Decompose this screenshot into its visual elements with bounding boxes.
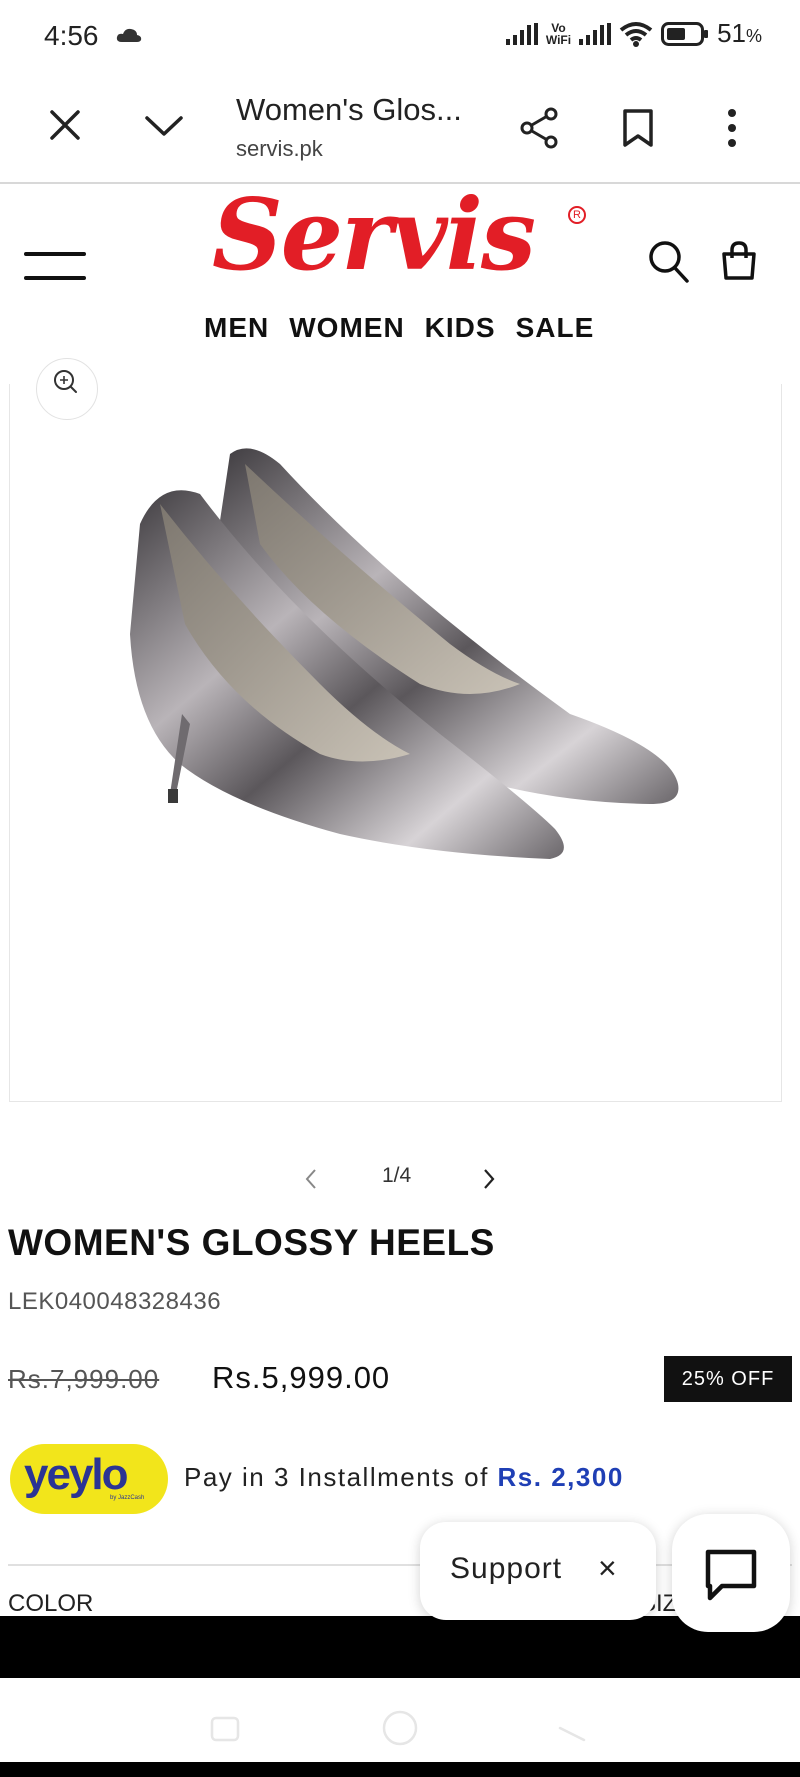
vo-label: Vo: [551, 20, 566, 35]
status-bar: 4:56 Vo WiFi 51%: [0, 0, 800, 70]
support-widget[interactable]: Support ×: [420, 1522, 656, 1620]
shopping-bag-icon[interactable]: [720, 240, 758, 282]
wifi-label: WiFi: [545, 32, 572, 47]
zoom-button[interactable]: [36, 358, 98, 420]
chat-icon: [705, 1549, 757, 1601]
product-title: WOMEN'S GLOSSY HEELS: [8, 1222, 495, 1263]
original-price: Rs.7,999.00: [8, 1364, 160, 1394]
tab-url: servis.pk: [236, 136, 323, 161]
vowifi-indicator: Vo WiFi: [546, 22, 571, 46]
recent-apps-icon[interactable]: [210, 1716, 240, 1742]
support-label[interactable]: Support: [450, 1552, 562, 1586]
gallery-page-indicator: 1/4: [382, 1164, 412, 1187]
tab-title: Women's Glos...: [236, 92, 462, 127]
product-image: [130, 448, 679, 859]
search-icon[interactable]: [648, 240, 690, 284]
battery-value: 51: [717, 18, 746, 48]
installment-info: Pay in 3 Installments of Rs. 2,300: [184, 1462, 624, 1493]
chevron-left-icon[interactable]: [304, 1168, 318, 1190]
nav-item-sale[interactable]: SALE: [516, 312, 595, 344]
zoom-in-icon: [54, 370, 77, 393]
main-nav: MEN WOMEN KIDS SALE: [204, 312, 594, 344]
status-time: 4:56: [44, 20, 99, 51]
wifi-icon: [619, 21, 653, 47]
close-icon[interactable]: [48, 108, 82, 142]
battery-icon: [661, 21, 709, 46]
browser-tab-bar: Women's Glos... servis.pk: [0, 70, 800, 184]
support-close-button[interactable]: ×: [598, 1550, 617, 1587]
back-icon[interactable]: [556, 1716, 586, 1742]
site-header: Servis R MEN WOMEN KIDS SALE: [0, 178, 800, 384]
discount-badge: 25% OFF: [664, 1356, 792, 1402]
menu-icon[interactable]: [24, 252, 86, 300]
chevron-down-icon[interactable]: [144, 114, 184, 138]
signal-icon: [505, 22, 538, 45]
nav-item-women[interactable]: WOMEN: [289, 312, 404, 344]
battery-percent-sign: %: [745, 26, 762, 46]
bottom-edge: [0, 1762, 800, 1777]
installment-amount: Rs. 2,300: [497, 1462, 624, 1492]
share-icon[interactable]: [518, 106, 560, 150]
nav-item-men[interactable]: MEN: [204, 312, 269, 344]
chat-button[interactable]: [672, 1514, 790, 1632]
status-indicators: Vo WiFi 51%: [505, 18, 762, 49]
servis-logo[interactable]: Servis: [212, 178, 536, 293]
home-icon[interactable]: [380, 1708, 420, 1748]
product-sku: LEK040048328436: [8, 1288, 222, 1315]
battery-percent: 51%: [717, 18, 762, 49]
yeylo-sub: by JazzCash: [110, 1495, 145, 1501]
sale-price: Rs.5,999.00: [212, 1360, 391, 1395]
nav-item-kids[interactable]: KIDS: [425, 312, 496, 344]
installment-text: Pay in 3 Installments of: [184, 1462, 498, 1492]
cloud-icon: [116, 28, 142, 42]
signal-icon-2: [579, 22, 612, 45]
color-option-label: COLOR: [8, 1590, 94, 1617]
yeylo-logo[interactable]: yeylo by JazzCash: [10, 1444, 168, 1514]
gallery-pager: 1/4: [300, 1160, 500, 1196]
bookmark-icon[interactable]: [622, 108, 654, 148]
chevron-right-icon[interactable]: [482, 1168, 496, 1190]
yeylo-brand: yeylo: [24, 1450, 129, 1499]
more-options-icon[interactable]: [726, 108, 738, 148]
registered-mark-icon: R: [568, 206, 586, 224]
product-image-gallery[interactable]: [9, 384, 782, 1102]
